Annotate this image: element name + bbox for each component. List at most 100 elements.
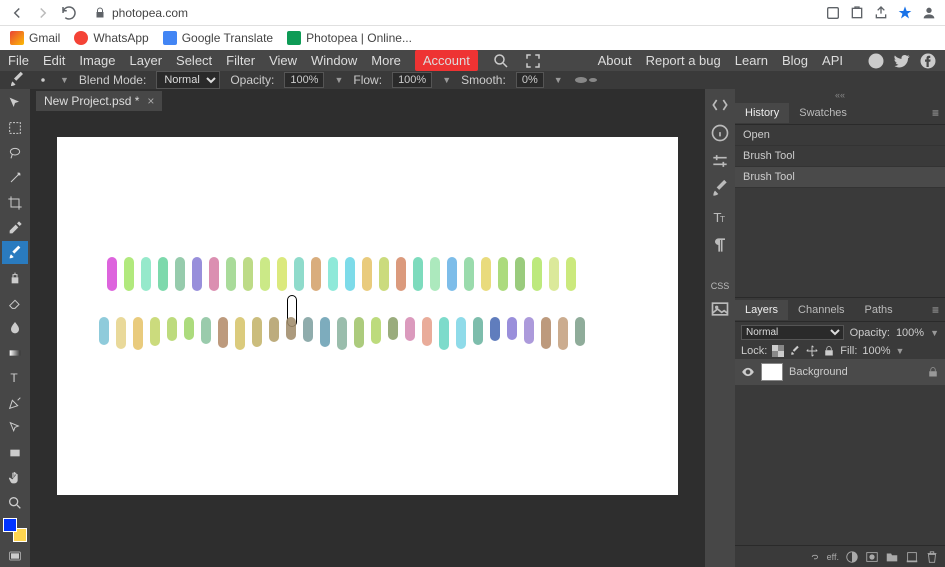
bookmark-star-icon[interactable] [897, 5, 913, 21]
pen-tool[interactable] [2, 391, 28, 414]
forward-button[interactable] [34, 4, 52, 22]
menu-image[interactable]: Image [79, 53, 115, 68]
bookmark-whatsapp[interactable]: WhatsApp [74, 31, 148, 45]
menu-file[interactable]: File [8, 53, 29, 68]
trash-icon[interactable] [925, 550, 939, 564]
brush-preset-icon[interactable] [36, 73, 50, 87]
color-swatch[interactable] [3, 518, 27, 542]
layer-opacity-value[interactable]: 100% [896, 327, 924, 339]
lock-image-icon[interactable] [789, 345, 801, 357]
address-bar[interactable]: photopea.com [86, 6, 817, 20]
visibility-icon[interactable] [741, 365, 755, 379]
opacity-value[interactable]: 100% [284, 72, 324, 88]
info-icon[interactable] [710, 123, 730, 143]
menu-account[interactable]: Account [415, 50, 478, 71]
collapse-icon[interactable] [710, 95, 730, 115]
reload-button[interactable] [60, 4, 78, 22]
character-icon[interactable]: TT [710, 207, 730, 227]
menu-layer[interactable]: Layer [130, 53, 163, 68]
back-button[interactable] [8, 4, 26, 22]
menu-api[interactable]: API [822, 53, 843, 68]
gradient-tool[interactable] [2, 341, 28, 364]
document-tab[interactable]: New Project.psd * × [36, 91, 162, 111]
wand-tool[interactable] [2, 166, 28, 189]
tab-history[interactable]: History [735, 103, 789, 123]
image-icon[interactable] [710, 299, 730, 319]
menu-more[interactable]: More [371, 53, 401, 68]
menu-report[interactable]: Report a bug [646, 53, 721, 68]
paragraph-icon[interactable] [710, 235, 730, 255]
twitter-icon[interactable] [893, 52, 911, 70]
layer-blend-select[interactable]: Normal [741, 325, 844, 340]
dropdown-icon[interactable]: ▼ [930, 328, 939, 338]
dropdown-icon[interactable]: ▼ [554, 75, 563, 85]
eyedropper-tool[interactable] [2, 216, 28, 239]
lock-transparent-icon[interactable] [772, 345, 784, 357]
clone-tool[interactable] [2, 266, 28, 289]
history-item[interactable]: Open [735, 125, 945, 146]
marquee-tool[interactable] [2, 116, 28, 139]
menu-about[interactable]: About [598, 53, 632, 68]
blur-tool[interactable] [2, 316, 28, 339]
smooth-value[interactable]: 0% [516, 72, 544, 88]
shape-tool[interactable] [2, 441, 28, 464]
menu-learn[interactable]: Learn [735, 53, 768, 68]
collapse-handle[interactable]: «« [735, 89, 945, 101]
folder-icon[interactable] [885, 550, 899, 564]
fx-icon[interactable]: eff. [827, 552, 839, 562]
brush-tool[interactable] [2, 241, 28, 264]
zoom-tool[interactable] [2, 491, 28, 514]
foreground-color[interactable] [3, 518, 17, 532]
dropdown-icon[interactable]: ▼ [896, 346, 905, 356]
profile-icon[interactable] [921, 5, 937, 21]
close-icon[interactable]: × [147, 94, 154, 108]
bookmark-photopea[interactable]: Photopea | Online... [287, 31, 412, 45]
link-icon[interactable] [807, 550, 821, 564]
move-tool[interactable] [2, 91, 28, 114]
search-icon[interactable] [492, 52, 510, 70]
menu-view[interactable]: View [269, 53, 297, 68]
share-icon[interactable] [873, 5, 889, 21]
lock-position-icon[interactable] [806, 345, 818, 357]
dropdown-icon[interactable]: ▼ [60, 75, 69, 85]
hand-tool[interactable] [2, 466, 28, 489]
menu-edit[interactable]: Edit [43, 53, 65, 68]
tab-paths[interactable]: Paths [855, 300, 903, 320]
tab-swatches[interactable]: Swatches [789, 103, 857, 123]
tab-layers[interactable]: Layers [735, 300, 788, 320]
fullscreen-icon[interactable] [524, 52, 542, 70]
panel-menu-icon[interactable]: ≡ [926, 303, 945, 317]
css-label[interactable]: CSS [711, 281, 730, 291]
canvas[interactable] [57, 137, 678, 495]
panel-menu-icon[interactable]: ≡ [926, 106, 945, 120]
dropdown-icon[interactable]: ▼ [442, 75, 451, 85]
blend-select[interactable]: Normal [156, 71, 220, 89]
eraser-tool[interactable] [2, 291, 28, 314]
adjust-icon[interactable] [710, 151, 730, 171]
crop-tool[interactable] [2, 191, 28, 214]
extension-icon[interactable] [849, 5, 865, 21]
tab-channels[interactable]: Channels [788, 300, 854, 320]
install-icon[interactable] [825, 5, 841, 21]
facebook-icon[interactable] [919, 52, 937, 70]
history-item[interactable]: Brush Tool [735, 146, 945, 167]
quickmask-tool[interactable] [2, 544, 28, 567]
mask-icon[interactable] [865, 550, 879, 564]
bookmark-translate[interactable]: Google Translate [163, 31, 273, 45]
menu-select[interactable]: Select [176, 53, 212, 68]
menu-blog[interactable]: Blog [782, 53, 808, 68]
adjustment-icon[interactable] [845, 550, 859, 564]
menu-window[interactable]: Window [311, 53, 357, 68]
layer-row[interactable]: Background [735, 359, 945, 385]
path-select-tool[interactable] [2, 416, 28, 439]
menu-filter[interactable]: Filter [226, 53, 255, 68]
type-tool[interactable]: T [2, 366, 28, 389]
lasso-tool[interactable] [2, 141, 28, 164]
pressure-icon[interactable] [573, 75, 601, 85]
bookmark-gmail[interactable]: Gmail [10, 31, 60, 45]
dropdown-icon[interactable]: ▼ [334, 75, 343, 85]
fill-value[interactable]: 100% [862, 345, 890, 357]
flow-value[interactable]: 100% [392, 72, 432, 88]
history-item[interactable]: Brush Tool [735, 167, 945, 188]
brush-panel-icon[interactable] [710, 179, 730, 199]
